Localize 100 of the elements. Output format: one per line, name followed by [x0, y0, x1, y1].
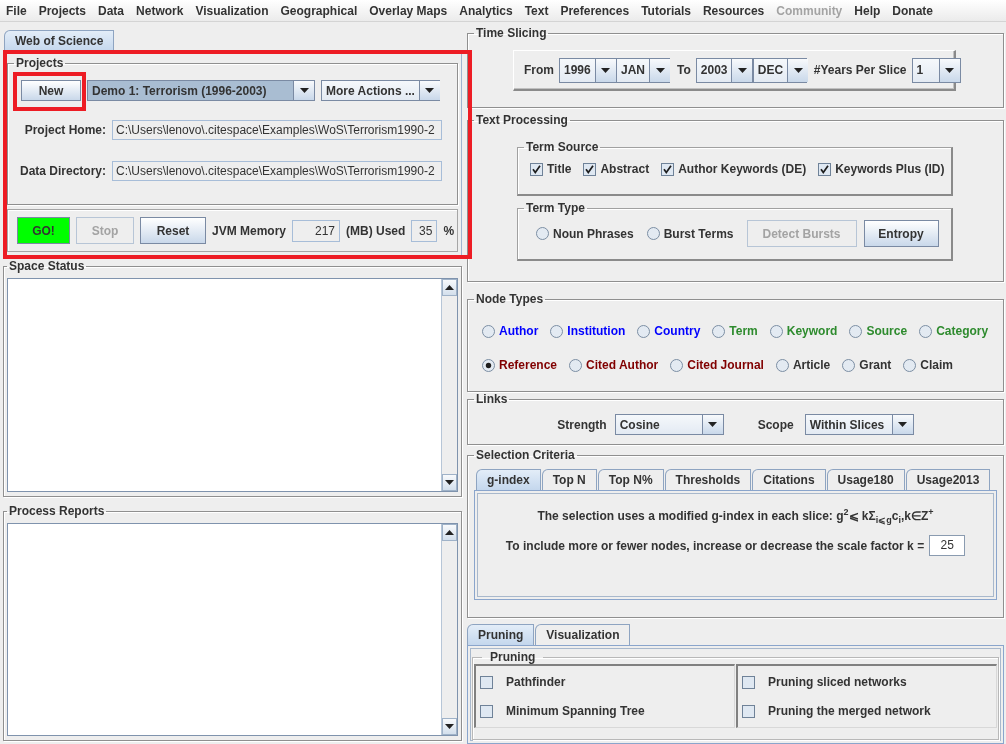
radio-option[interactable]: Grant [842, 358, 892, 372]
radio-option[interactable]: Institution [550, 324, 626, 338]
radio-icon[interactable] [646, 227, 660, 240]
checkbox-icon[interactable] [818, 162, 832, 176]
tab[interactable]: Top N% [597, 469, 664, 490]
scroll-up-icon[interactable] [442, 524, 457, 541]
checkbox-icon[interactable] [661, 162, 675, 176]
radio-icon[interactable] [550, 324, 564, 338]
menu-item[interactable]: File [0, 0, 33, 21]
caret-down-icon[interactable] [701, 415, 723, 434]
menu-item[interactable]: Preferences [554, 0, 636, 21]
radio-icon[interactable] [775, 358, 789, 372]
radio-icon[interactable] [712, 324, 726, 338]
checkbox-icon[interactable] [530, 162, 543, 176]
menu-item[interactable]: Overlay Maps [363, 0, 454, 21]
tab[interactable]: Usage2013 [905, 469, 991, 490]
tab[interactable]: Usage180 [826, 469, 905, 490]
radio-icon[interactable] [569, 358, 583, 372]
button[interactable]: Entropy [863, 220, 939, 247]
checkbox-option[interactable]: Author Keywords (DE) [661, 162, 807, 176]
tab[interactable]: g-index [476, 469, 541, 490]
dropdown[interactable]: Within Slices [804, 414, 914, 435]
radio-icon[interactable] [637, 324, 651, 338]
radio-icon[interactable] [536, 227, 549, 240]
radio-icon[interactable] [670, 358, 684, 372]
scroll-up-icon[interactable] [442, 279, 457, 296]
radio-option[interactable]: Keyword [769, 324, 838, 338]
menu-item[interactable]: Geographical [274, 0, 364, 21]
radio-option[interactable]: Source [849, 324, 908, 338]
caret-down-icon[interactable] [938, 58, 960, 82]
checkbox-icon[interactable] [583, 162, 597, 176]
caret-down-icon[interactable] [787, 58, 809, 82]
tab[interactable]: Web of Science [4, 30, 115, 51]
scroll-down-icon[interactable] [442, 718, 457, 735]
checkbox-option[interactable]: Keywords Plus (ID) [818, 162, 945, 176]
scale-factor-field[interactable]: 25 [929, 535, 966, 557]
menu-item[interactable]: Visualization [189, 0, 275, 21]
dropdown[interactable]: DEC [752, 57, 807, 83]
dropdown[interactable]: Cosine [614, 414, 724, 435]
tab[interactable]: Visualization [535, 624, 631, 645]
menu-item[interactable]: Resources [696, 0, 771, 21]
dropdown[interactable]: 2003 [695, 57, 753, 83]
dropdown[interactable]: 1996 [559, 57, 616, 83]
radio-option[interactable]: Burst Terms [646, 226, 734, 241]
radio-option[interactable]: Author [482, 324, 539, 338]
dropdown[interactable]: JAN [616, 57, 670, 83]
caret-down-icon[interactable] [731, 58, 753, 82]
path-field[interactable]: C:\Users\lenovo\.citespace\Examples\WoS\Terrorism1990-2 [112, 161, 442, 181]
checkbox-icon[interactable] [480, 675, 493, 689]
caret-down-icon[interactable] [293, 81, 314, 100]
checkbox-option[interactable]: Abstract [583, 162, 650, 176]
menu-item[interactable]: Tutorials [635, 0, 697, 21]
radio-icon[interactable] [903, 358, 917, 372]
button[interactable]: Reset [140, 217, 206, 244]
radio-option[interactable]: Cited Author [569, 358, 659, 372]
radio-icon[interactable] [849, 324, 863, 338]
radio-icon[interactable] [482, 358, 495, 372]
radio-option[interactable]: Cited Journal [670, 358, 764, 372]
caret-down-icon[interactable] [649, 58, 670, 82]
path-field[interactable]: C:\Users\lenovo\.citespace\Examples\WoS\Terrorism1990-2 [112, 120, 442, 140]
caret-down-icon[interactable] [418, 81, 440, 100]
scrollbar[interactable] [441, 279, 457, 491]
radio-option[interactable]: Claim [903, 358, 953, 372]
new-button[interactable]: New [21, 80, 81, 101]
dropdown[interactable]: More Actions ... [321, 80, 440, 101]
menu-item[interactable]: Analytics [453, 0, 519, 21]
dropdown[interactable]: Demo 1: Terrorism (1996-2003) [87, 80, 315, 101]
tab[interactable]: Citations [752, 469, 826, 490]
caret-down-icon[interactable] [891, 415, 913, 434]
checkbox-option[interactable]: Minimum Spanning Tree [480, 704, 734, 718]
radio-icon[interactable] [919, 324, 933, 338]
dropdown[interactable]: 1 [911, 57, 961, 83]
checkbox-icon[interactable] [480, 704, 493, 718]
tab[interactable]: Top N [541, 469, 597, 490]
radio-icon[interactable] [769, 324, 783, 338]
radio-option[interactable]: Noun Phrases [536, 226, 634, 241]
menu-item[interactable]: Help [848, 0, 887, 21]
radio-option[interactable]: Category [919, 324, 989, 338]
radio-option[interactable]: Reference [482, 358, 558, 372]
caret-down-icon[interactable] [594, 58, 616, 82]
radio-option[interactable]: Term [712, 324, 758, 338]
checkbox-option[interactable]: Pruning the merged network [742, 704, 996, 718]
menu-item[interactable]: Text [518, 0, 555, 21]
checkbox-icon[interactable] [742, 675, 755, 689]
radio-option[interactable]: Article [775, 358, 831, 372]
tab[interactable]: Pruning [467, 624, 535, 645]
checkbox-option[interactable]: Title [530, 162, 572, 176]
go-button[interactable]: GO! [17, 217, 70, 244]
tab[interactable]: Thresholds [664, 469, 752, 490]
radio-icon[interactable] [482, 324, 495, 338]
checkbox-option[interactable]: Pathfinder [480, 675, 734, 689]
radio-option[interactable]: Country [637, 324, 701, 338]
radio-icon[interactable] [842, 358, 856, 372]
menu-item[interactable]: Projects [32, 0, 93, 21]
menu-item[interactable]: Network [130, 0, 190, 21]
scroll-down-icon[interactable] [442, 474, 457, 491]
checkbox-icon[interactable] [742, 704, 755, 718]
scrollbar[interactable] [441, 524, 457, 735]
checkbox-option[interactable]: Pruning sliced networks [742, 675, 996, 689]
menu-item[interactable]: Donate [886, 0, 939, 21]
